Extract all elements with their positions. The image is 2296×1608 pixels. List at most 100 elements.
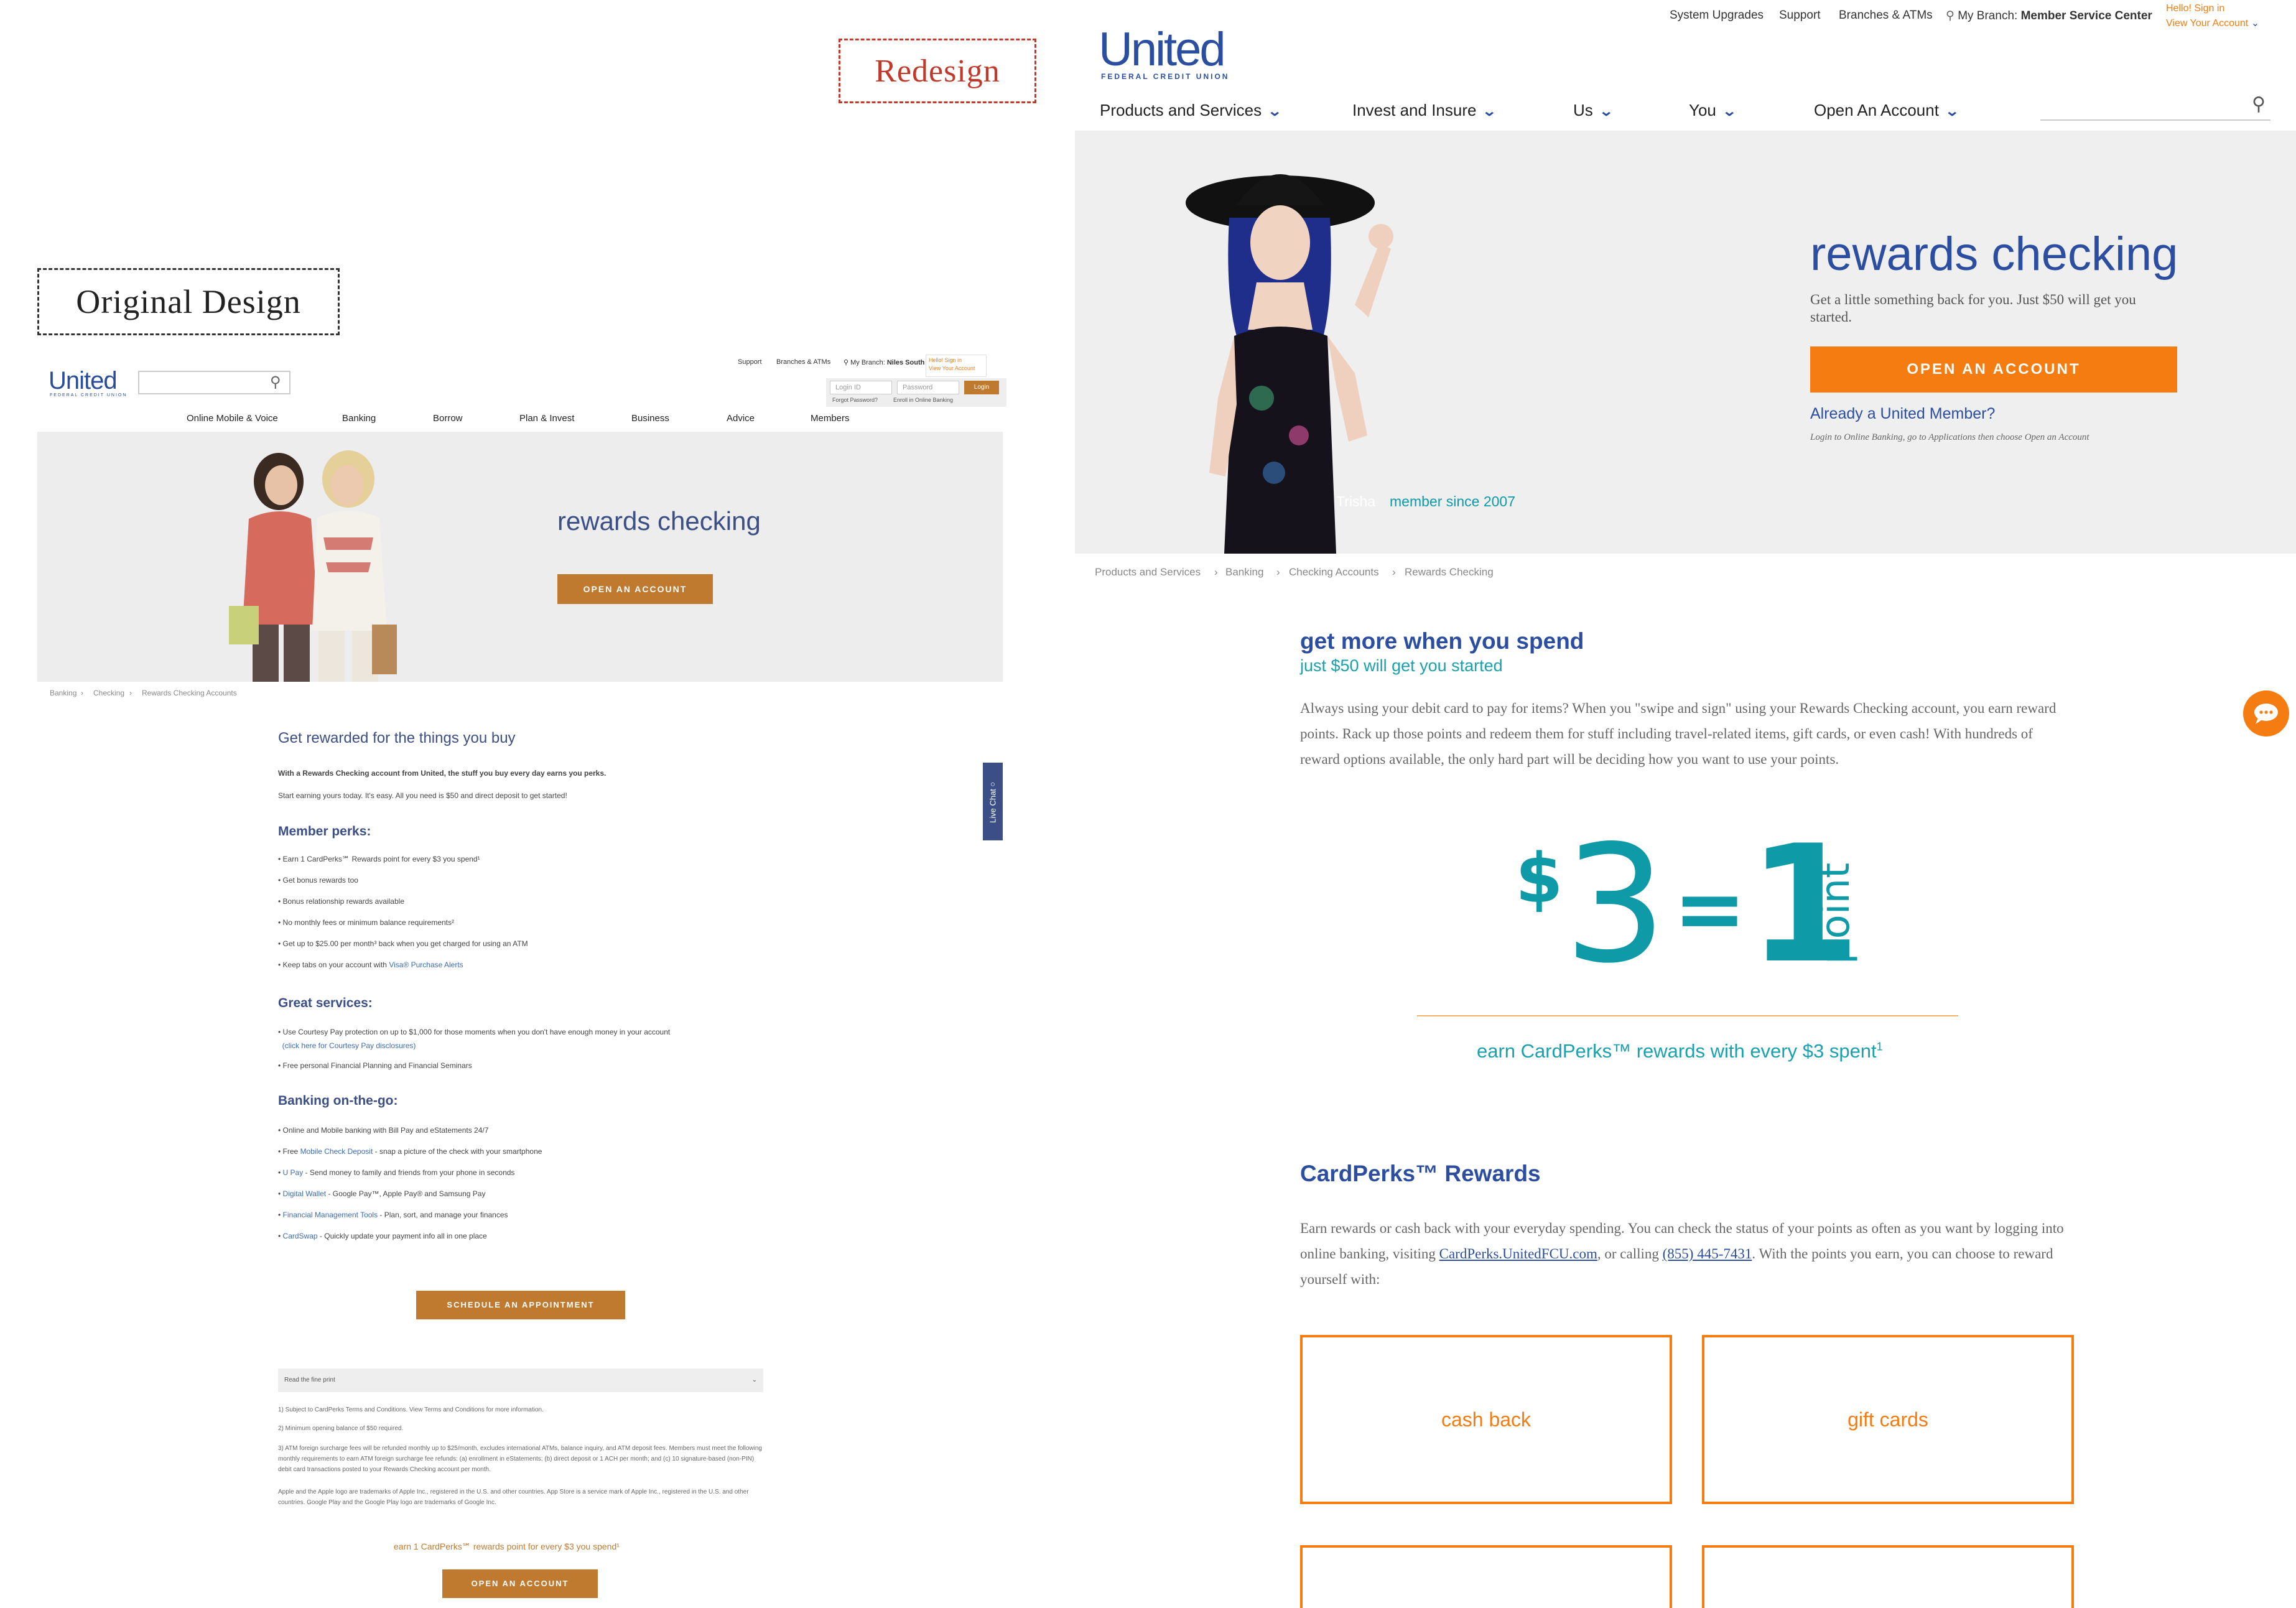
original-breadcrumb-checking[interactable]: Checking (93, 689, 124, 697)
hero-subtitle: Get a little something back for you. Jus… (1810, 292, 2136, 325)
branches-atms-link[interactable]: Branches & ATMs (1839, 9, 1933, 22)
chat-button[interactable] (2243, 690, 2289, 737)
footnote: 2) Minimum opening balance of $50 requir… (278, 1425, 404, 1432)
breadcrumb-banking[interactable]: Banking (1225, 566, 1263, 579)
chevron-down-icon: ⌄ (1722, 103, 1737, 119)
original-hero-open-account-button[interactable]: OPEN AN ACCOUNT (557, 574, 713, 604)
nav-open-an-account[interactable]: Open An Account ⌄ (1814, 101, 1959, 120)
nav-you[interactable]: You ⌄ (1689, 101, 1737, 120)
forgot-password-link[interactable]: Forgot Password? (832, 397, 878, 403)
fine-print-toggle[interactable]: Read the fine print ⌄ (278, 1369, 763, 1392)
login-button[interactable]: Login (964, 381, 999, 394)
financial-tools-link[interactable]: Financial Management Tools (283, 1211, 378, 1219)
already-member-note: Login to Online Banking, go to Applicati… (1810, 432, 2089, 442)
original-search-input[interactable] (138, 371, 290, 394)
nav-online-mobile[interactable]: Online Mobile & Voice (187, 413, 278, 424)
branch-name: Niles South (886, 359, 925, 366)
onthego-item: • Financial Management Tools - Plan, sor… (278, 1211, 508, 1219)
great-services-heading: Great services: (278, 996, 373, 1010)
my-branch-selector[interactable]: ⚲ My Branch: Member Service Center (1946, 9, 2152, 23)
original-bottom-open-account-button[interactable]: OPEN AN ACCOUNT (442, 1569, 598, 1598)
visa-alerts-link[interactable]: Visa® Purchase Alerts (389, 960, 463, 969)
branch-prefix: My Branch: (1958, 9, 2018, 22)
cardperks-phone-link[interactable]: (855) 445-7431 (1663, 1246, 1752, 1262)
reward-option-label: gift cards (1847, 1408, 1928, 1431)
signin-line2: View Your Account ⌄ (2166, 18, 2260, 29)
reward-option-cash-back[interactable]: cash back (1300, 1335, 1672, 1504)
service-item: • Free personal Financial Planning and F… (278, 1061, 472, 1070)
digital-wallet-link[interactable]: Digital Wallet (283, 1189, 327, 1198)
onthego-item: • Online and Mobile banking with Bill Pa… (278, 1126, 489, 1135)
banking-on-the-go-heading: Banking on-the-go: (278, 1094, 398, 1108)
original-hero-title: rewards checking (557, 506, 761, 536)
breadcrumb-current: Rewards Checking (1405, 566, 1494, 578)
signin-line2: View Your Account (929, 365, 975, 371)
nav-products-and-services[interactable]: Products and Services ⌄ (1100, 101, 1282, 120)
already-member-link[interactable]: Already a United Member? (1810, 405, 1995, 423)
support-link[interactable]: Support (1779, 9, 1821, 22)
cardswap-link[interactable]: CardSwap (283, 1232, 318, 1240)
service-item: • Use Courtesy Pay protection on up to $… (278, 1028, 671, 1050)
map-pin-icon: ⚲ (1946, 9, 1954, 22)
redesign-label: Redesign (839, 39, 1036, 103)
courtesy-pay-link[interactable]: (click here for Courtesy Pay disclosures… (282, 1041, 416, 1050)
u-pay-link[interactable]: U Pay (283, 1168, 304, 1177)
breadcrumb-products-services[interactable]: Products and Services (1095, 566, 1201, 579)
search-input[interactable] (2040, 119, 2270, 121)
cardperks-body: Earn rewards or cash back with your ever… (1300, 1220, 2064, 1287)
nav-borrow[interactable]: Borrow (433, 413, 463, 424)
reward-option-tile[interactable] (1702, 1545, 2074, 1608)
nav-members[interactable]: Members (811, 413, 850, 424)
original-signin-box[interactable]: Hello! Sign in View Your Account (926, 355, 987, 377)
perk-item: • Keep tabs on your account with Visa® P… (278, 960, 463, 969)
member-perks-heading: Member perks: (278, 824, 371, 839)
reward-option-tile[interactable] (1300, 1545, 1672, 1608)
nav-plan-invest[interactable]: Plan & Invest (519, 413, 574, 424)
original-branches-link[interactable]: Branches & ATMs (776, 358, 830, 366)
chevron-down-icon: ⌄ (1482, 103, 1497, 119)
onthego-item: • Digital Wallet - Google Pay™, Apple Pa… (278, 1189, 486, 1198)
hero-title: rewards checking (1810, 228, 2178, 281)
footnote: Apple and the Apple logo are trademarks … (278, 1489, 749, 1506)
nav-banking[interactable]: Banking (342, 413, 376, 424)
onthego-item: • CardSwap - Quickly update your payment… (278, 1232, 487, 1240)
nav-us[interactable]: Us ⌄ (1573, 101, 1614, 120)
system-upgrades-link[interactable]: System Upgrades (1670, 9, 1764, 22)
original-breadcrumb-banking[interactable]: Banking (50, 689, 77, 697)
search-icon[interactable]: ⚲ (2252, 93, 2266, 115)
mobile-check-deposit-link[interactable]: Mobile Check Deposit (300, 1147, 373, 1156)
onthego-item: • Free Mobile Check Deposit - snap a pic… (278, 1147, 542, 1156)
live-chat-tab[interactable]: Live Chat ○ (983, 763, 1003, 840)
united-logo[interactable]: United (1099, 26, 1226, 73)
chat-bubble-icon (2254, 704, 2278, 724)
redesign-hero: Trisha member since 2007 (1075, 131, 2296, 554)
original-logo[interactable]: United (49, 367, 118, 395)
search-icon[interactable]: ⚲ (270, 373, 281, 391)
equation-three: 3 (1564, 811, 1666, 999)
equation-equals: = (1673, 858, 1747, 960)
original-branch-selector[interactable]: ⚲ My Branch: Niles South (844, 358, 924, 366)
signin-link[interactable]: Hello! Sign in View Your Account ⌄ (2166, 1, 2259, 31)
original-support-link[interactable]: Support (738, 358, 762, 366)
reward-option-gift-cards[interactable]: gift cards (1702, 1335, 2074, 1504)
cardperks-website-link[interactable]: CardPerks.UnitedFCU.com (1439, 1246, 1597, 1262)
original-logo-subtitle: FEDERAL CREDIT UNION (50, 393, 128, 397)
password-input[interactable]: Password (897, 381, 959, 394)
logo-subtitle: FEDERAL CREDIT UNION (1101, 72, 1230, 81)
schedule-appointment-button[interactable]: SCHEDULE AN APPOINTMENT (416, 1291, 625, 1319)
nav-advice[interactable]: Advice (727, 413, 755, 424)
hero-photo-two-women (229, 450, 397, 682)
reward-option-label: cash back (1441, 1408, 1531, 1431)
breadcrumb-separator-1: › (81, 689, 83, 697)
chevron-down-icon: ⌄ (1599, 103, 1614, 119)
footnote: 1) Subject to CardPerks Terms and Condit… (278, 1406, 544, 1413)
login-id-input[interactable]: Login ID (830, 381, 892, 394)
hero-open-account-button[interactable]: OPEN AN ACCOUNT (1810, 346, 2177, 393)
perk-item: • Bonus relationship rewards available (278, 897, 404, 906)
points-equation: $ 3 = 1 point (1515, 811, 1864, 999)
breadcrumb-checking-accounts[interactable]: Checking Accounts (1289, 566, 1379, 579)
enroll-link[interactable]: Enroll in Online Banking (893, 397, 953, 403)
live-chat-label: Live Chat (988, 789, 998, 824)
nav-invest-and-insure[interactable]: Invest and Insure ⌄ (1352, 101, 1497, 120)
nav-business[interactable]: Business (631, 413, 669, 424)
